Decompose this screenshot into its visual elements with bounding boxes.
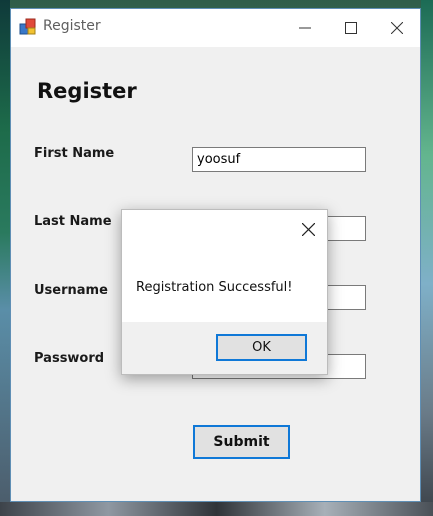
desktop-wallpaper-right xyxy=(421,0,433,516)
first-name-label: First Name xyxy=(34,146,115,161)
maximize-icon xyxy=(345,22,357,34)
first-name-input[interactable] xyxy=(192,147,366,172)
username-label: Username xyxy=(34,283,108,298)
minimize-icon xyxy=(299,27,311,29)
title-bar[interactable]: Register xyxy=(11,9,420,47)
close-icon xyxy=(301,222,315,236)
close-icon xyxy=(391,22,403,34)
desktop-wallpaper-bottom xyxy=(0,502,433,516)
minimize-button[interactable] xyxy=(282,9,328,47)
message-dialog: Registration Successful! OK xyxy=(121,209,328,375)
desktop: Register Register First Name Last xyxy=(0,0,433,516)
close-button[interactable] xyxy=(374,9,420,47)
submit-button[interactable]: Submit xyxy=(193,425,290,459)
maximize-button[interactable] xyxy=(328,9,374,47)
form-heading: Register xyxy=(37,79,137,103)
last-name-label: Last Name xyxy=(34,214,112,229)
dialog-footer: OK xyxy=(122,322,327,374)
window-title: Register xyxy=(43,18,101,34)
ok-button[interactable]: OK xyxy=(216,334,307,361)
app-icon xyxy=(19,18,36,35)
desktop-wallpaper-left xyxy=(0,0,10,516)
password-label: Password xyxy=(34,351,105,366)
dialog-message: Registration Successful! xyxy=(136,280,293,295)
dialog-close-button[interactable] xyxy=(299,220,317,238)
